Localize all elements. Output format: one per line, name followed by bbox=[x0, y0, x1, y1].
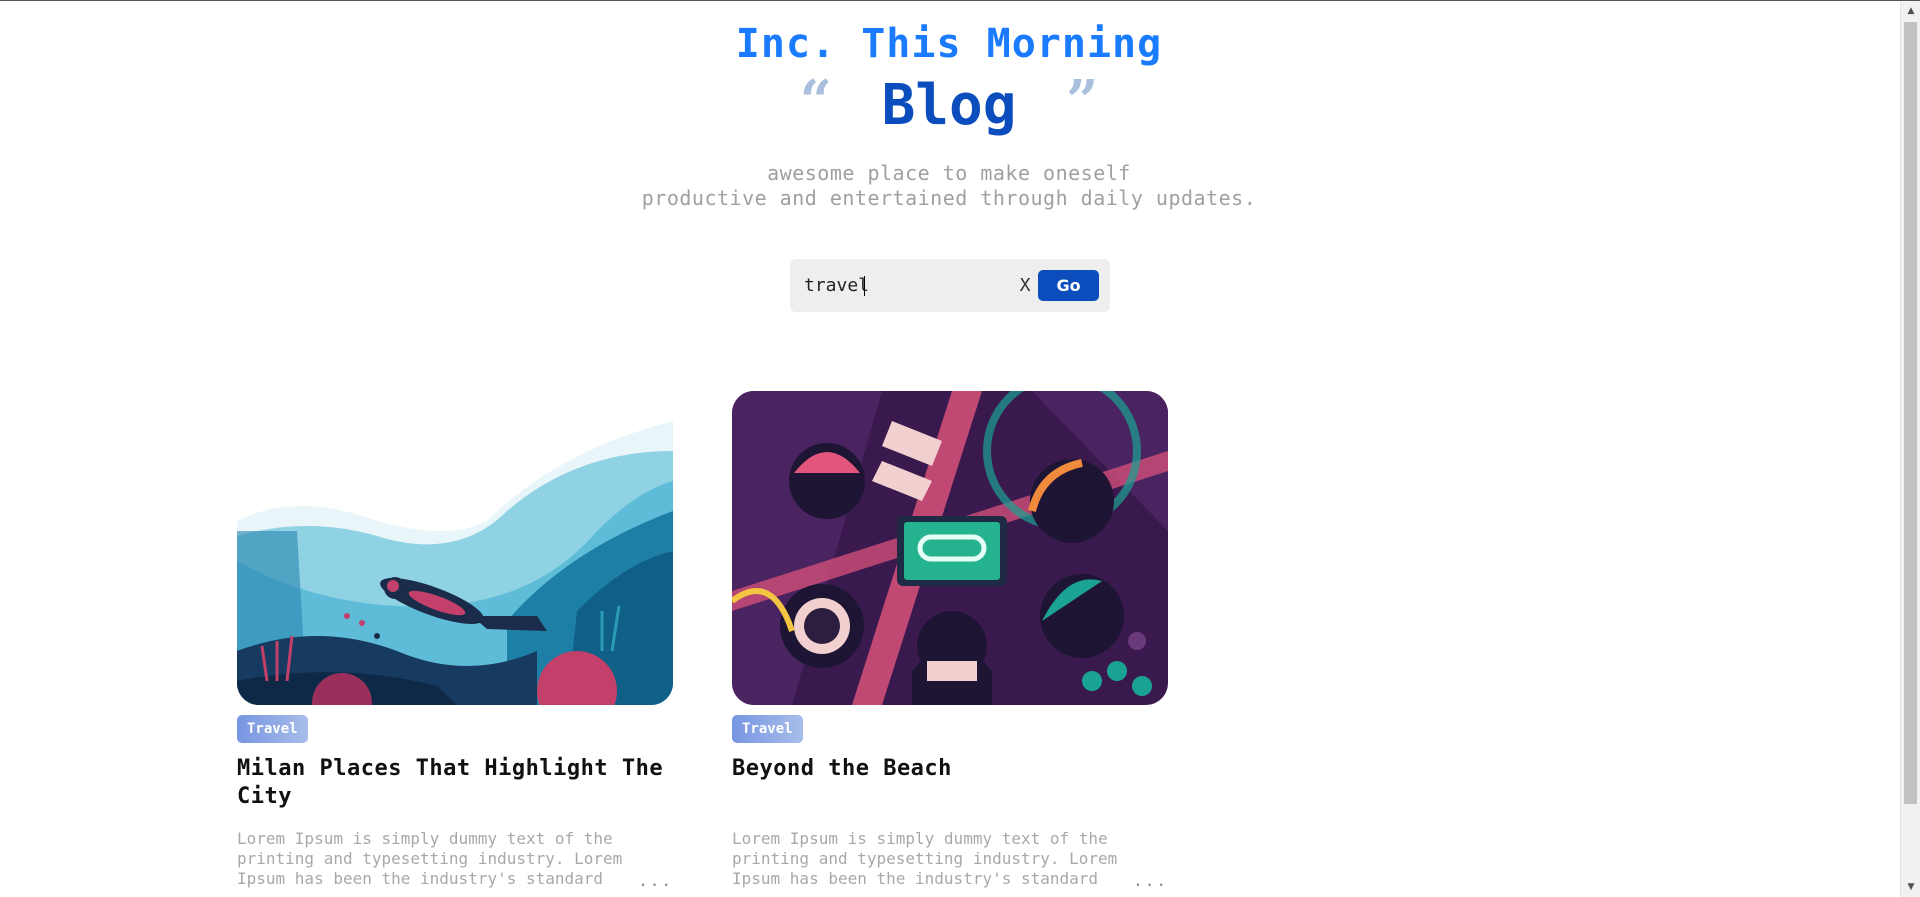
search-input[interactable] bbox=[802, 269, 1006, 301]
search-bar: X Go bbox=[790, 259, 1110, 312]
close-quote-icon: ” bbox=[1066, 68, 1099, 134]
page-title: Blog bbox=[881, 73, 1017, 138]
go-button[interactable]: Go bbox=[1038, 270, 1099, 301]
post-excerpt: Lorem Ipsum is simply dummy text of the … bbox=[237, 829, 623, 888]
read-more-ellipsis[interactable]: ... bbox=[638, 871, 673, 890]
tagline-line-1: awesome place to make oneself bbox=[767, 161, 1131, 185]
tagline-line-2: productive and entertained through daily… bbox=[641, 186, 1257, 210]
post-image-group-tablet[interactable] bbox=[732, 391, 1168, 705]
read-more-ellipsis[interactable]: ... bbox=[1133, 871, 1168, 890]
clear-search-button[interactable]: X bbox=[1012, 272, 1038, 300]
browser-viewport: Inc. This Morning “ Blog ” awesome place… bbox=[0, 0, 1920, 897]
post-card[interactable]: Travel Milan Places That Highlight The C… bbox=[237, 391, 673, 890]
category-badge[interactable]: Travel bbox=[237, 715, 308, 743]
tagline: awesome place to make oneself productive… bbox=[0, 161, 1898, 211]
open-quote-icon: “ bbox=[799, 68, 832, 134]
diver-illustration bbox=[237, 391, 673, 705]
post-title[interactable]: Milan Places That Highlight The City bbox=[237, 755, 673, 817]
post-excerpt: Lorem Ipsum is simply dummy text of the … bbox=[732, 829, 1118, 888]
post-image-underwater-diver[interactable] bbox=[237, 391, 673, 705]
blog-heading: “ Blog ” bbox=[0, 71, 1898, 141]
scrollbar-thumb[interactable] bbox=[1904, 22, 1917, 804]
brand-title[interactable]: Inc. This Morning bbox=[0, 21, 1898, 67]
post-title[interactable]: Beyond the Beach bbox=[732, 755, 1168, 817]
category-badge[interactable]: Travel bbox=[732, 715, 803, 743]
group-illustration bbox=[732, 391, 1168, 705]
blog-page: Inc. This Morning “ Blog ” awesome place… bbox=[0, 1, 1898, 897]
post-card[interactable]: Travel Beyond the Beach Lorem Ipsum is s… bbox=[732, 391, 1168, 890]
vertical-scrollbar[interactable]: ▲ ▼ bbox=[1900, 1, 1920, 897]
arrow-up-icon[interactable]: ▲ bbox=[1901, 3, 1920, 20]
arrow-down-icon[interactable]: ▼ bbox=[1901, 879, 1920, 896]
text-caret bbox=[864, 276, 865, 296]
